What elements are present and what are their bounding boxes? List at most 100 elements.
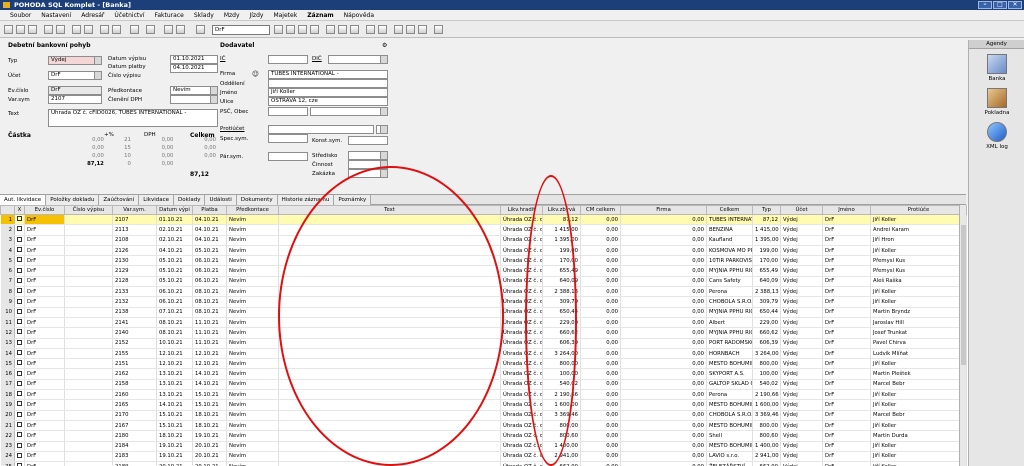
checkbox-icon[interactable] [17,391,22,397]
mail-icon[interactable] [378,25,387,34]
row-checkbox[interactable] [14,245,25,257]
stredisko-select[interactable] [348,151,388,160]
settings-gear-icon[interactable]: ⚙ [382,42,387,49]
protiucet-label[interactable]: Protiúčet [220,126,244,132]
menu-item-6[interactable]: Mzdy [224,10,240,20]
text-field[interactable]: Úhrada OZ č. cFID0026, TUBES INTERNATION… [48,109,218,127]
redo-icon[interactable] [84,25,93,34]
checkbox-icon[interactable] [17,277,22,283]
checkbox-icon[interactable] [17,236,22,242]
table-row[interactable]: 24 DrF 2183 19.10.21 20.10.21 Nevím Úhrada OZ … [0,451,967,463]
tab-1[interactable]: Položky dokladu [46,195,100,205]
column-header[interactable]: Var.sym. [112,205,157,215]
checkbox-icon[interactable] [17,422,22,428]
row-checkbox[interactable] [14,389,25,401]
tab-4[interactable]: Doklady [174,195,206,205]
checkbox-icon[interactable] [17,319,22,325]
column-header[interactable]: Ev.číslo [24,205,65,215]
row-checkbox[interactable] [14,358,25,370]
menu-item-4[interactable]: Fakturace [154,10,183,20]
vat-cell[interactable]: 0,00 [48,144,106,152]
obec-field[interactable] [310,107,388,116]
row-checkbox[interactable] [14,286,25,298]
protiucet-field[interactable] [268,125,374,134]
last-record-icon[interactable] [310,25,319,34]
checkbox-icon[interactable] [17,452,22,458]
checkbox-icon[interactable] [17,247,22,253]
menu-item-8[interactable]: Majetek [273,10,297,20]
navigate-icon[interactable] [130,25,139,34]
tab-3[interactable]: Likvidace [139,195,175,205]
checkbox-icon[interactable] [17,350,22,355]
maximize-button[interactable]: □ [993,1,1007,9]
menu-item-7[interactable]: Jízdy [250,10,264,20]
row-checkbox[interactable] [14,348,25,360]
row-checkbox[interactable] [14,276,25,288]
vat-cell[interactable]: 0,00 [48,152,106,160]
save-icon[interactable] [56,25,65,34]
row-checkbox[interactable] [14,224,25,236]
evcislo-field[interactable]: DrF [48,86,102,95]
konstsym-field[interactable] [348,136,388,145]
row-checkbox[interactable] [14,307,25,318]
row-checkbox[interactable] [14,420,25,432]
protiucet-select[interactable] [376,125,388,134]
vat-cell[interactable]: 0,00 [48,136,106,144]
chevron-down-icon[interactable] [380,108,387,115]
column-header[interactable]: Číslo výpisu [64,205,113,215]
chevron-down-icon[interactable] [380,152,387,159]
row-checkbox[interactable] [14,430,25,442]
next-record-icon[interactable] [298,25,307,34]
row-checkbox[interactable] [14,399,25,411]
vat-cell[interactable]: 87,12 [48,160,106,168]
chevron-down-icon[interactable] [210,96,217,103]
row-checkbox[interactable] [14,327,25,339]
calendar-icon[interactable] [406,25,415,34]
row-checkbox[interactable] [14,461,25,466]
search-icon[interactable] [326,25,335,34]
dic-label[interactable]: DIČ [312,56,322,62]
agenda-pokladna[interactable]: Pokladna [981,88,1013,116]
row-checkbox[interactable] [14,214,25,226]
chevron-down-icon[interactable] [94,72,101,79]
menu-item-1[interactable]: Nastavení [41,10,71,20]
row-checkbox[interactable] [14,451,25,463]
close-button[interactable]: ✕ [1008,1,1022,9]
table-row[interactable]: 25DrF218920.10.2120.10.21NevímÚhrada OZ … [0,461,967,466]
calculator-icon[interactable] [394,25,403,34]
checkbox-icon[interactable] [17,226,22,232]
filter-icon[interactable] [176,25,185,34]
column-header[interactable] [0,205,15,215]
row-checkbox[interactable] [14,235,25,246]
checkbox-icon[interactable] [17,360,22,366]
checkbox-icon[interactable] [17,401,22,407]
parsym-field[interactable] [268,152,308,161]
checkbox-icon[interactable] [17,298,22,304]
report-icon[interactable] [366,25,375,34]
prev-record-icon[interactable] [286,25,295,34]
column-header[interactable]: Jméno [822,205,871,215]
checkbox-icon[interactable] [17,339,22,345]
table-row[interactable]: 23 DrF 2184 19.10.21 20.10.21 Nevím Úhrada OZ … [0,441,967,452]
column-header[interactable]: CM celkem [580,205,621,215]
oddeleni-field[interactable] [268,79,388,88]
table-row[interactable]: 21 DrF 2167 15.10.21 18.10.21 Nevím Úhrada OZ … [0,420,967,432]
copy-icon[interactable] [44,25,53,34]
menu-item-9[interactable]: Záznam [307,10,333,20]
scrollbar-thumb[interactable] [961,225,966,365]
table-row[interactable]: 20 DrF 2170 15.10.21 18.10.21 Nevím Úhrada OZ … [0,410,967,421]
tab-2[interactable]: Zaúčtování [99,195,140,205]
checkbox-icon[interactable] [17,329,22,335]
column-header[interactable]: Typ [752,205,781,215]
help-icon[interactable] [418,25,427,34]
checkbox-icon[interactable] [17,267,22,273]
checkbox-icon[interactable] [17,257,22,263]
sort-icon[interactable] [338,25,347,34]
menu-item-2[interactable]: Adresář [81,10,104,20]
row-checkbox[interactable] [14,265,25,277]
checkbox-icon[interactable] [17,216,22,222]
datum-vypisu-field[interactable]: 01.10.2021 [170,55,218,64]
typ-select[interactable]: Výdej [48,56,102,65]
tab-6[interactable]: Dokumenty [236,195,278,205]
column-header[interactable]: X [14,205,25,215]
